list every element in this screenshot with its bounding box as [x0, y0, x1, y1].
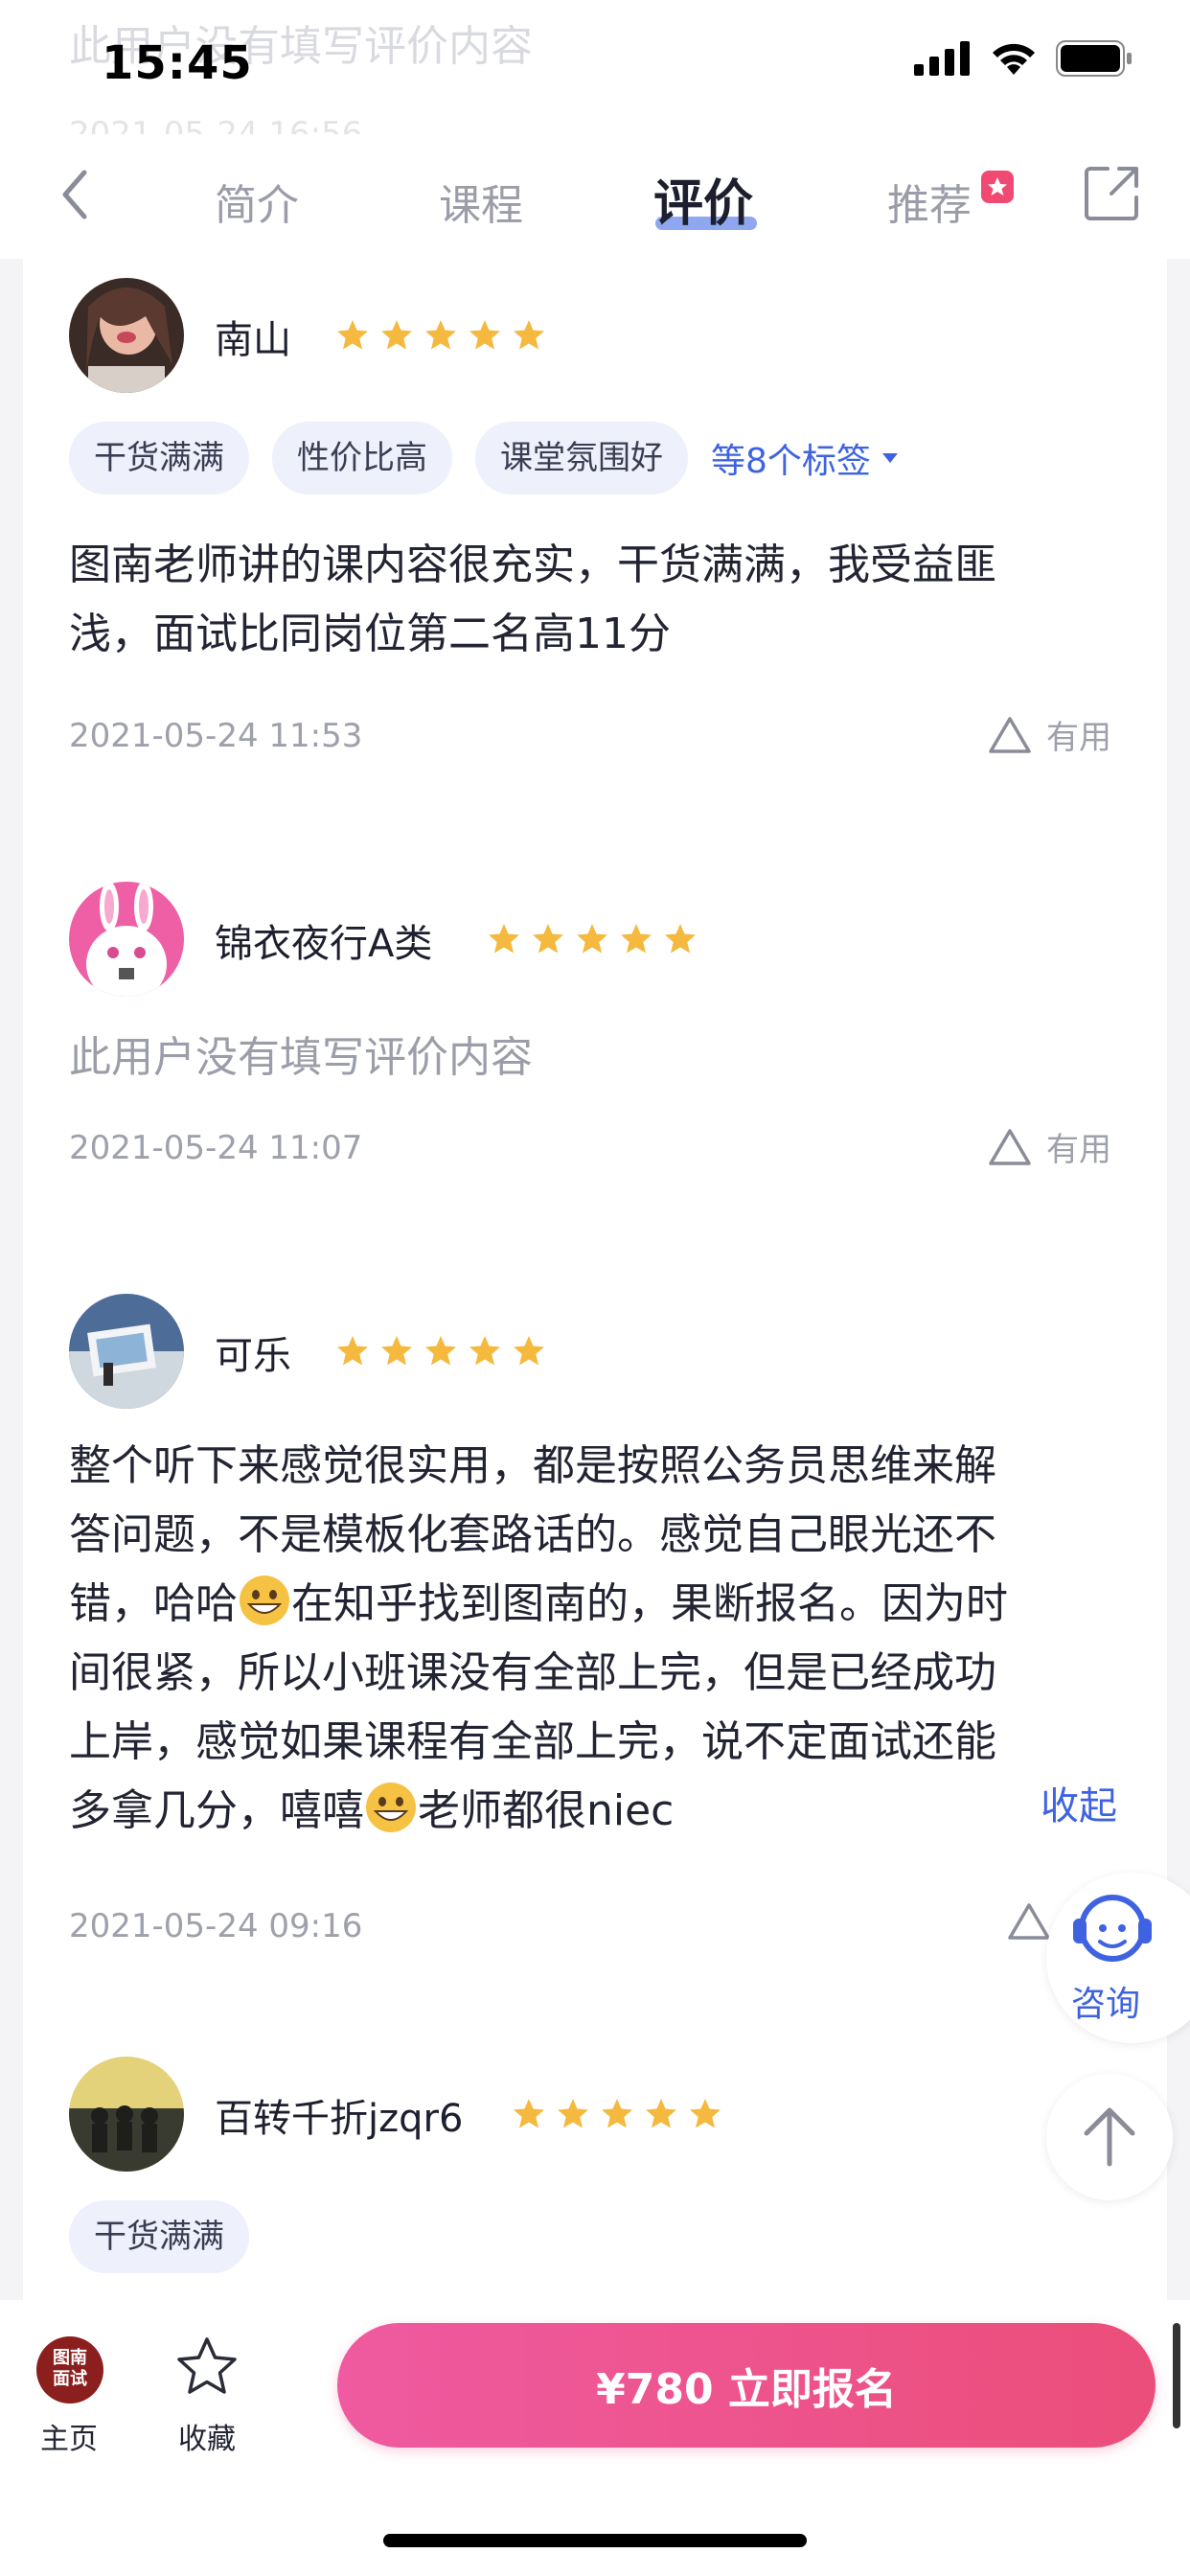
star-icon: [514, 2099, 544, 2128]
username: 可乐: [215, 1334, 291, 1378]
avatar[interactable]: [69, 882, 184, 997]
useful-button[interactable]: [1006, 1901, 1052, 1942]
like-triangle-icon: [1008, 1903, 1050, 1940]
star-icon: [469, 320, 500, 350]
more-tags-label: 等8个标签: [711, 442, 871, 481]
avatar[interactable]: [69, 1294, 184, 1409]
content-line: 多拿几分，嘻嘻 老师都很niec: [69, 1777, 1133, 1846]
content-line: 答问题，不是模板化套路话的。感觉自己眼光还不: [69, 1510, 996, 1559]
star-icon: [514, 320, 544, 350]
tab-course[interactable]: 课程: [439, 171, 523, 232]
review-content: 图南老师讲的课内容很充实，干货满满，我受益匪 浅，面试比同岗位第二名高11分: [69, 531, 1133, 669]
star-icon: [425, 1336, 456, 1366]
useful-button[interactable]: 有用: [987, 1123, 1111, 1170]
share-icon[interactable]: [1083, 163, 1142, 222]
star-icon: [558, 2099, 588, 2128]
bottom-bar: 图南 面试 主页 收藏 ¥780 立即报名: [0, 2300, 1190, 2576]
review-tag: 性价比高: [272, 422, 452, 494]
star-icon: [381, 320, 412, 350]
tab-intro[interactable]: 简介: [215, 171, 299, 232]
tab-reviews[interactable]: 评价: [653, 163, 753, 235]
status-time: 15:45: [102, 36, 253, 90]
useful-label: 有用: [1046, 719, 1111, 757]
content-line: 间很紧，所以小班课没有全部上完，但是已经成功: [69, 1648, 996, 1697]
review-content-empty: 此用户没有填写评价内容: [69, 1033, 533, 1082]
star-icon: [533, 924, 563, 954]
useful-label: 有用: [1046, 1131, 1111, 1169]
favorite-star-icon[interactable]: [174, 2334, 240, 2400]
star-icon: [469, 1336, 500, 1366]
back-icon[interactable]: [50, 161, 107, 228]
rating-stars: [487, 922, 698, 956]
content-line: 图南老师讲的课内容很充实，干货满满，我受益匪: [69, 540, 996, 589]
like-triangle-icon: [989, 716, 1031, 753]
username: 南山: [215, 318, 291, 362]
customer-service-icon: [1073, 1895, 1152, 1962]
star-icon: [425, 320, 456, 350]
recommend-star-badge: [981, 171, 1014, 203]
rating-stars: [335, 1334, 546, 1368]
grin-emoji-icon: [240, 1576, 289, 1625]
caret-down-icon: [881, 453, 898, 463]
review-tags: 干货满满 性价比高 课堂氛围好 等8个标签: [69, 422, 900, 494]
collapse-link[interactable]: 收起: [1041, 1775, 1117, 1830]
review-date: 2021-05-24 11:53: [69, 717, 363, 755]
username: 锦衣夜行A类: [215, 922, 433, 966]
rating-stars: [335, 318, 546, 353]
star-icon: [381, 1336, 412, 1366]
avatar[interactable]: [69, 278, 184, 393]
wifi-icon: [993, 43, 1035, 75]
review-tags: 干货满满: [69, 2200, 249, 2273]
review-content: 整个听下来感觉很实用，都是按照公务员思维来解 答问题，不是模板化套路话的。感觉自…: [69, 1432, 1133, 1846]
review-date: 2021-05-24 09:16: [69, 1907, 363, 1945]
star-badge-icon: [988, 177, 1007, 196]
home-indicator: [383, 2534, 807, 2547]
review-date: 2021-05-24 11:07: [69, 1129, 363, 1167]
screen: 此用户没有填写评价内容 2021-05-24 16:56 15:45: [0, 0, 1190, 2576]
status-icons: [914, 40, 1133, 77]
like-triangle-icon: [989, 1128, 1031, 1165]
star-icon: [665, 924, 696, 954]
review-tag: 课堂氛围好: [475, 422, 688, 494]
content-line: 上岸，感觉如果课程有全部上完，说不定面试还能: [69, 1717, 996, 1766]
favorite-label[interactable]: 收藏: [178, 2415, 236, 2457]
back-to-top-button[interactable]: [1046, 2074, 1173, 2200]
arrow-up-icon: [1084, 2107, 1135, 2167]
review-tag: 干货满满: [69, 422, 249, 494]
nav-bar: 简介 课程 评价 推荐: [0, 134, 1190, 259]
signup-button[interactable]: ¥780 立即报名: [337, 2323, 1156, 2448]
star-icon: [646, 2099, 676, 2128]
avatar[interactable]: [69, 2057, 184, 2172]
content-line: 浅，面试比同岗位第二名高11分: [69, 610, 671, 658]
tab-recommend[interactable]: 推荐: [887, 171, 972, 232]
star-icon: [602, 2099, 632, 2128]
star-icon: [337, 320, 368, 350]
reviews-list: 南山 干货满满 性价比高 课堂氛围好 等8个标签 图南老师讲的课内容很充实，干货…: [23, 259, 1167, 2300]
star-icon: [489, 924, 519, 954]
battery-icon: [1056, 40, 1132, 77]
consult-label: 咨询: [1071, 1985, 1141, 2024]
star-icon: [690, 2099, 721, 2128]
grin-emoji-icon: [366, 1782, 416, 1832]
content-line: 错，哈哈 在知乎找到图南的，果断报名。因为时: [69, 1570, 1133, 1639]
scrollbar-thumb[interactable]: [1173, 2323, 1180, 2428]
brand-logo[interactable]: 图南 面试: [36, 2336, 103, 2404]
more-tags-toggle[interactable]: 等8个标签: [711, 433, 900, 483]
star-icon: [514, 1336, 544, 1366]
star-icon: [337, 1336, 368, 1366]
status-bar: 此用户没有填写评价内容 2021-05-24 16:56 15:45: [0, 0, 1190, 153]
star-icon: [621, 924, 652, 954]
star-icon: [577, 924, 607, 954]
username: 百转千折jzqr6: [215, 2097, 464, 2141]
signal-icon: [914, 41, 970, 76]
useful-button[interactable]: 有用: [987, 711, 1111, 758]
review-tag: 干货满满: [69, 2200, 249, 2273]
rating-stars: [512, 2097, 722, 2131]
content-line: 整个听下来感觉很实用，都是按照公务员思维来解: [69, 1441, 996, 1490]
home-label[interactable]: 主页: [40, 2415, 98, 2457]
